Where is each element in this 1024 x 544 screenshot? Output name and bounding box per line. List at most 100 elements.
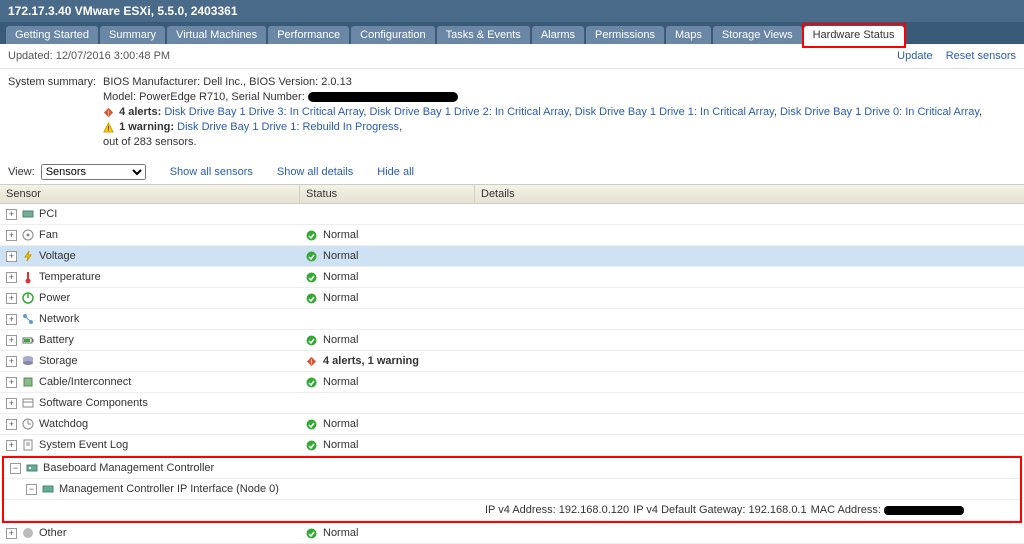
alert-icon: ! <box>306 356 317 367</box>
warn-link-0[interactable]: Disk Drive Bay 1 Drive 1: Rebuild In Pro… <box>177 121 399 133</box>
row-network[interactable]: Network <box>0 309 1024 330</box>
expand-icon[interactable] <box>6 377 17 388</box>
row-watchdog[interactable]: Watchdog Normal <box>0 414 1024 435</box>
updated-text: Updated: 12/07/2016 3:00:48 PM <box>8 50 170 62</box>
hide-all-link[interactable]: Hide all <box>377 166 414 178</box>
watchdog-icon <box>21 417 35 431</box>
detail-mac-label: MAC Address: <box>811 504 881 516</box>
row-label: PCI <box>39 208 57 220</box>
row-fan[interactable]: Fan Normal <box>0 225 1024 246</box>
update-link[interactable]: Update <box>897 50 932 62</box>
model-prefix: Model: PowerEdge R710, Serial Number: <box>103 91 305 103</box>
expand-icon[interactable] <box>6 230 17 241</box>
row-label: Management Controller IP Interface (Node… <box>59 483 279 495</box>
tab-permissions[interactable]: Permissions <box>586 26 664 44</box>
battery-icon <box>21 333 35 347</box>
status-text: Normal <box>323 376 358 388</box>
alerts-count: 4 alerts: <box>119 106 161 118</box>
ok-icon <box>306 251 317 262</box>
tab-bar: Getting Started Summary Virtual Machines… <box>0 22 1024 44</box>
warnings-line: ! 1 warning: Disk Drive Bay 1 Drive 1: R… <box>103 120 1016 135</box>
voltage-icon <box>21 249 35 263</box>
status-text: Normal <box>323 271 358 283</box>
status-text: Normal <box>323 334 358 346</box>
tab-hardware-status[interactable]: Hardware Status <box>804 26 904 44</box>
col-details-header[interactable]: Details <box>475 185 1024 203</box>
tab-alarms[interactable]: Alarms <box>532 26 584 44</box>
bmc-child-icon <box>41 482 55 496</box>
model-line: Model: PowerEdge R710, Serial Number: <box>103 90 1016 105</box>
show-all-details-link[interactable]: Show all details <box>277 166 353 178</box>
collapse-icon[interactable] <box>10 463 21 474</box>
view-select[interactable]: Sensors <box>41 164 146 180</box>
system-summary-label: System summary: <box>8 75 103 150</box>
detail-mac-line: MAC Address: <box>811 503 964 517</box>
tab-virtual-machines[interactable]: Virtual Machines <box>167 26 266 44</box>
alert-link-0[interactable]: Disk Drive Bay 1 Drive 3: In Critical Ar… <box>164 106 363 118</box>
row-pci[interactable]: PCI <box>0 204 1024 225</box>
tab-configuration[interactable]: Configuration <box>351 26 434 44</box>
detail-ipv4: IP v4 Address: 192.168.0.120 <box>485 503 629 517</box>
expand-icon[interactable] <box>6 356 17 367</box>
status-text: Normal <box>323 418 358 430</box>
status-text: Normal <box>323 292 358 304</box>
tab-tasks-events[interactable]: Tasks & Events <box>437 26 530 44</box>
expand-icon[interactable] <box>6 335 17 346</box>
expand-icon[interactable] <box>6 398 17 409</box>
row-software[interactable]: Software Components <box>0 393 1024 414</box>
row-cable[interactable]: Cable/Interconnect Normal <box>0 372 1024 393</box>
alerts-line: ! 4 alerts: Disk Drive Bay 1 Drive 3: In… <box>103 105 1016 120</box>
expand-icon[interactable] <box>6 314 17 325</box>
col-sensor-header[interactable]: Sensor <box>0 185 300 203</box>
row-label: Power <box>39 292 70 304</box>
row-battery[interactable]: Battery Normal <box>0 330 1024 351</box>
cable-icon <box>21 375 35 389</box>
svg-text:!: ! <box>310 357 312 366</box>
row-bmc[interactable]: Baseboard Management Controller <box>4 458 1020 479</box>
row-power[interactable]: Power Normal <box>0 288 1024 309</box>
tab-performance[interactable]: Performance <box>268 26 349 44</box>
row-voltage[interactable]: Voltage Normal <box>0 246 1024 267</box>
row-label: Network <box>39 313 79 325</box>
log-icon <box>21 438 35 452</box>
tab-maps[interactable]: Maps <box>666 26 711 44</box>
row-label: Voltage <box>39 250 76 262</box>
out-of-line: out of 283 sensors. <box>103 135 1016 150</box>
expand-icon[interactable] <box>6 419 17 430</box>
tab-storage-views[interactable]: Storage Views <box>713 26 802 44</box>
alert-link-3[interactable]: Disk Drive Bay 1 Drive 0: In Critical Ar… <box>780 106 979 118</box>
collapse-icon[interactable] <box>26 484 37 495</box>
expand-icon[interactable] <box>6 440 17 451</box>
show-all-sensors-link[interactable]: Show all sensors <box>170 166 253 178</box>
redacted-serial <box>308 92 458 102</box>
tab-summary[interactable]: Summary <box>100 26 165 44</box>
tab-getting-started[interactable]: Getting Started <box>6 26 98 44</box>
bmc-icon <box>25 461 39 475</box>
svg-text:!: ! <box>107 108 109 117</box>
row-bmc-details: IP v4 Address: 192.168.0.120 IP v4 Defau… <box>4 500 1020 521</box>
alert-icon: ! <box>103 107 114 118</box>
status-text: Normal <box>323 439 358 451</box>
expand-icon[interactable] <box>6 209 17 220</box>
alert-link-2[interactable]: Disk Drive Bay 1 Drive 1: In Critical Ar… <box>575 106 774 118</box>
expand-icon[interactable] <box>6 528 17 539</box>
network-icon <box>21 312 35 326</box>
expand-icon[interactable] <box>6 272 17 283</box>
row-bmc-ipif[interactable]: Management Controller IP Interface (Node… <box>4 479 1020 500</box>
col-status-header[interactable]: Status <box>300 185 475 203</box>
row-other[interactable]: Other Normal <box>0 523 1024 544</box>
warn-count: 1 warning: <box>119 121 174 133</box>
tab-hardware-status-label: Hardware Status <box>813 29 895 41</box>
expand-icon[interactable] <box>6 251 17 262</box>
alert-link-1[interactable]: Disk Drive Bay 1 Drive 2: In Critical Ar… <box>370 106 569 118</box>
highlight-box-bmc: Baseboard Management Controller Manageme… <box>2 456 1022 523</box>
row-label: Watchdog <box>39 418 88 430</box>
row-sel[interactable]: System Event Log Normal <box>0 435 1024 456</box>
ok-icon <box>306 419 317 430</box>
expand-icon[interactable] <box>6 293 17 304</box>
reset-sensors-link[interactable]: Reset sensors <box>946 50 1016 62</box>
row-storage[interactable]: Storage ! 4 alerts, 1 warning <box>0 351 1024 372</box>
view-label: View: <box>8 166 35 178</box>
row-temperature[interactable]: Temperature Normal <box>0 267 1024 288</box>
grid-header: Sensor Status Details <box>0 184 1024 204</box>
